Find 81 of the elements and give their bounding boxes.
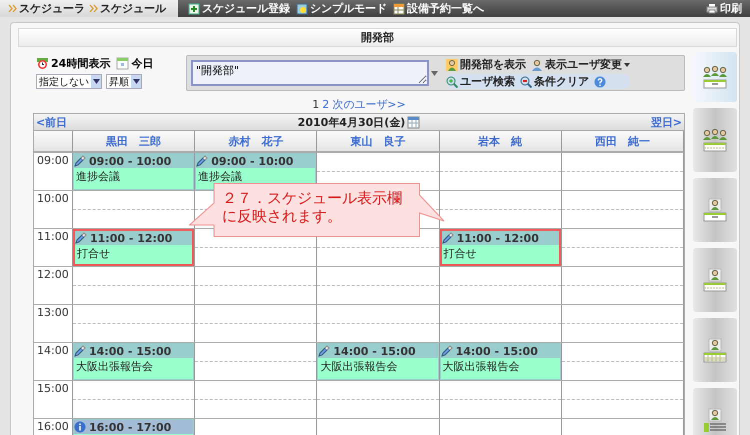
- event-time: 11:00 - 12:00: [89, 232, 172, 244]
- event-time: 14:00 - 15:00: [454, 344, 538, 358]
- page-link[interactable]: 1: [312, 98, 320, 110]
- toolbar-button[interactable]: 開発部を表示: [446, 57, 526, 72]
- previous-day-link[interactable]: <前日: [36, 114, 68, 130]
- calendar-icon[interactable]: [407, 116, 420, 128]
- event-block[interactable]: 09:00 - 10:00 進捗会議: [73, 153, 194, 190]
- toggle-link[interactable]: 24時間表示: [36, 56, 110, 71]
- alarm-clock-icon: [36, 57, 49, 70]
- event-time: 14:00 - 15:00: [88, 344, 172, 358]
- toolbar-link[interactable]: 設備予約一覧へ: [393, 1, 484, 16]
- event-block[interactable]: 16:00 - 17:00: [73, 419, 194, 435]
- next-day-link[interactable]: 翌日>: [650, 114, 682, 130]
- table-icon: [393, 2, 405, 14]
- pen-icon: [74, 155, 86, 167]
- print-button[interactable]: 印刷: [706, 1, 742, 16]
- toolbar-button[interactable]: 条件クリア: [520, 74, 589, 89]
- pen-icon: [196, 155, 208, 167]
- time-label: 10:00: [34, 191, 73, 228]
- time-label: 15:00: [34, 381, 73, 418]
- pen-icon: [318, 345, 330, 357]
- person-list-icon: [701, 408, 729, 432]
- toolbar-button[interactable]: 表示ユーザ変更: [531, 57, 630, 72]
- people-calendar-icon: [701, 64, 729, 90]
- date-title: 2010年4月30日(金): [298, 114, 406, 130]
- event-title: 進捗会議: [75, 169, 121, 184]
- caret-icon: [92, 79, 100, 84]
- view-button[interactable]: [693, 388, 737, 435]
- help-icon[interactable]: [594, 76, 606, 88]
- person-calendar-icon: [701, 338, 729, 362]
- pen-icon: [442, 232, 454, 244]
- event-block[interactable]: 11:00 - 12:00 打合せ: [73, 229, 194, 266]
- chevron-icon: [89, 4, 98, 13]
- dropdown-select[interactable]: 昇順: [106, 74, 142, 89]
- person-calendar-icon: [701, 198, 729, 222]
- view-button[interactable]: [693, 52, 737, 102]
- add-calendar-icon: [188, 2, 200, 14]
- caret-icon: [132, 79, 140, 84]
- person-icon: [531, 58, 543, 70]
- event-block[interactable]: 14:00 - 15:00 大阪出張報告会: [317, 343, 439, 380]
- caret-icon[interactable]: [431, 70, 438, 76]
- people-calendar-icon: [701, 128, 729, 152]
- event-title: 進捗会議: [197, 169, 244, 184]
- callout-text: ２７．スケジュール表示欄: [222, 189, 402, 207]
- pen-icon: [440, 345, 453, 357]
- event-title: 大阪出張報告会: [75, 359, 154, 374]
- toolbar-button[interactable]: ユーザ検索: [446, 74, 515, 89]
- printer-icon: [706, 3, 718, 14]
- time-label: 12:00: [34, 267, 73, 304]
- breadcrumb-item[interactable]: スケジューラ: [19, 1, 85, 16]
- event-block[interactable]: 11:00 - 12:00 打合せ: [440, 229, 561, 266]
- event-time: 14:00 - 15:00: [332, 344, 416, 358]
- event-block[interactable]: 14:00 - 15:00 大阪出張報告会: [440, 343, 561, 380]
- toolbar-link[interactable]: シンプルモード: [296, 1, 387, 16]
- pen-icon: [74, 345, 86, 357]
- info-icon: [74, 421, 86, 433]
- person-calendar-icon: [701, 268, 729, 292]
- event-time: 11:00 - 12:00: [456, 232, 539, 244]
- dropdown-select[interactable]: 指定しない: [36, 74, 102, 89]
- page-link[interactable]: 2: [322, 98, 330, 110]
- group-input-field[interactable]: "開発部": [191, 60, 429, 86]
- calendar-icon: [116, 57, 130, 70]
- toolbar-link[interactable]: スケジュール登録: [188, 1, 290, 16]
- chevron-icon: [8, 4, 17, 13]
- pen-icon: [75, 232, 87, 244]
- event-title: 大阪出張報告会: [319, 359, 398, 374]
- next-users-link[interactable]: 次のユーザ>>: [332, 96, 406, 112]
- event-title: 打合せ: [442, 246, 478, 261]
- event-time: 09:00 - 10:00: [88, 154, 172, 168]
- time-label: 13:00: [34, 305, 73, 342]
- event-time: 16:00 - 17:00: [88, 420, 172, 434]
- panel-title: 開発部: [18, 28, 737, 47]
- window-icon: [296, 2, 308, 14]
- toggle-link[interactable]: 今日: [116, 56, 154, 71]
- event-title: 大阪出張報告会: [442, 359, 521, 374]
- event-title: 打合せ: [76, 246, 111, 261]
- event-time: 09:00 - 10:00: [210, 154, 294, 168]
- event-block[interactable]: 14:00 - 15:00 大阪出張報告会: [73, 343, 194, 380]
- caret-icon: [624, 62, 630, 66]
- callout-text: に反映されます。: [222, 207, 342, 225]
- breadcrumb-item[interactable]: スケジュール: [100, 1, 166, 16]
